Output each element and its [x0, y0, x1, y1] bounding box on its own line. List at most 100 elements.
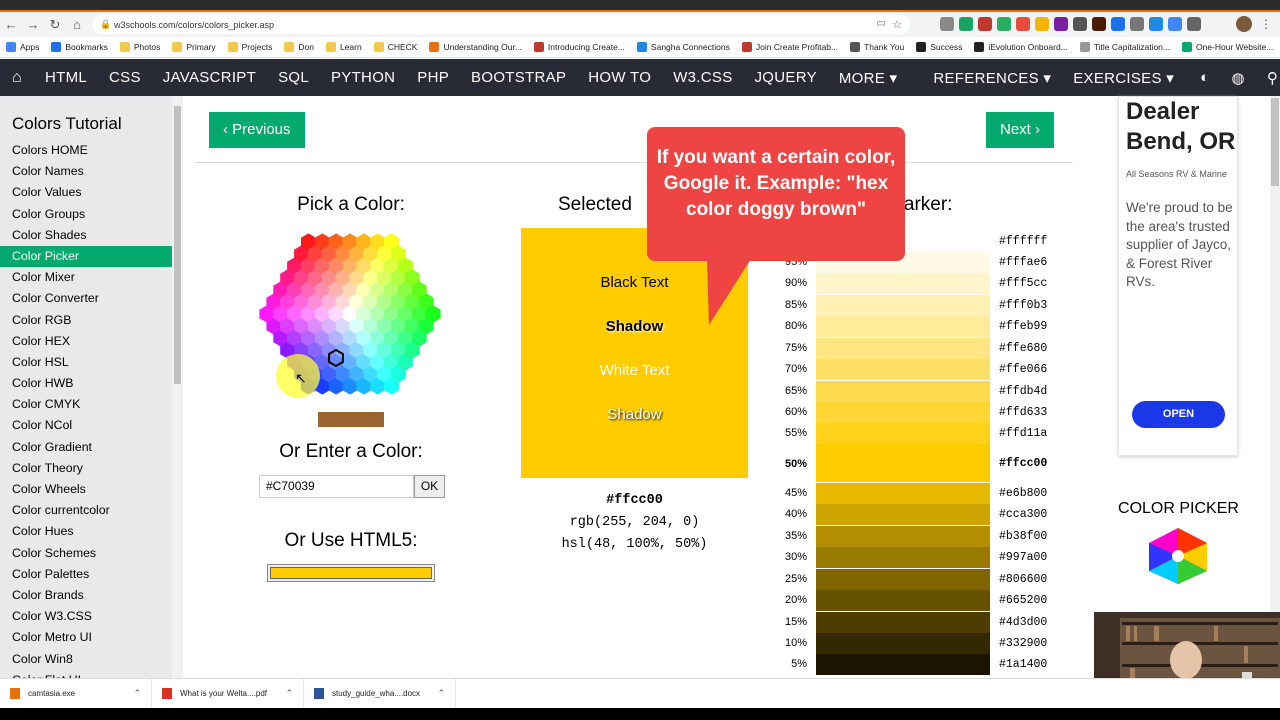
extension-icon[interactable]	[1130, 17, 1144, 31]
shade-row[interactable]: 50% #ffcc00	[781, 444, 1081, 484]
html5-color-input[interactable]	[267, 564, 435, 582]
chevron-up-icon[interactable]: ⌃	[437, 688, 445, 699]
ok-button[interactable]: OK	[414, 475, 445, 498]
shade-row[interactable]: 80% #ffeb99	[781, 316, 1081, 337]
star-icon[interactable]: ☆	[892, 18, 902, 31]
color-hexagon-picker[interactable]: ↖	[245, 224, 455, 404]
puzzle-icon[interactable]	[1187, 17, 1201, 31]
bookmark[interactable]: Apps	[6, 42, 39, 52]
sidebar-item[interactable]: Color Win8	[0, 649, 183, 670]
sidebar-item[interactable]: Color Schemes	[0, 543, 183, 564]
profile-avatar[interactable]	[1236, 16, 1252, 32]
sidebar-item[interactable]: Color RGB	[0, 310, 183, 331]
shade-row[interactable]: 75% #ffe680	[781, 338, 1081, 359]
nav-more[interactable]: MORE ▾	[828, 69, 909, 87]
nav-howto[interactable]: HOW TO	[577, 69, 662, 86]
sidebar-item[interactable]: Color Mixer	[0, 267, 183, 288]
extension-icon[interactable]	[1035, 17, 1049, 31]
nav-jquery[interactable]: JQUERY	[744, 69, 828, 86]
bookmark[interactable]: Primary	[172, 42, 216, 52]
previous-button[interactable]: ‹ Previous	[209, 112, 305, 148]
sidebar-item[interactable]: Color HSL	[0, 352, 183, 373]
bookmark[interactable]: Sangha Connections	[636, 42, 730, 52]
sidebar-item[interactable]: Color Hues	[0, 521, 183, 542]
extension-icon[interactable]	[1092, 17, 1106, 31]
shade-swatch[interactable]	[816, 316, 990, 337]
sidebar-item[interactable]: Color Picker	[0, 245, 183, 268]
bookmark[interactable]: Don	[284, 42, 314, 52]
bookmark[interactable]: iEvolution Onboard...	[974, 42, 1068, 52]
extension-icon[interactable]	[1168, 17, 1182, 31]
shade-swatch[interactable]	[816, 633, 990, 654]
shade-row[interactable]: 15% #4d3d00	[781, 612, 1081, 633]
nav-javascript[interactable]: JAVASCRIPT	[152, 69, 267, 86]
sidebar-item[interactable]: Color Converter	[0, 288, 183, 309]
shade-swatch[interactable]	[816, 612, 990, 633]
ad-open-button[interactable]: OPEN	[1132, 401, 1225, 428]
sidebar-item[interactable]: Color W3.CSS	[0, 606, 183, 627]
nav-sql[interactable]: SQL	[267, 69, 320, 86]
nav-w3css[interactable]: W3.CSS	[662, 69, 743, 86]
sidebar-item[interactable]: Color HEX	[0, 331, 183, 352]
shade-swatch[interactable]	[816, 273, 990, 294]
sidebar-item[interactable]: Color Theory	[0, 458, 183, 479]
chevron-up-icon[interactable]: ⌃	[133, 688, 141, 699]
color-cell[interactable]	[425, 305, 441, 323]
extension-icon[interactable]	[997, 17, 1011, 31]
shade-row[interactable]: 40% #cca300	[781, 504, 1081, 525]
nav-html[interactable]: HTML	[34, 69, 98, 86]
bookmark[interactable]: Understanding Our...	[429, 42, 522, 52]
extension-icon[interactable]	[1149, 17, 1163, 31]
sidebar-item[interactable]: Color Brands	[0, 585, 183, 606]
bookmark[interactable]: Title Capitalization...	[1079, 42, 1170, 52]
address-bar[interactable]: 🔒 w3schools.com/colors/colors_picker.asp…	[92, 15, 910, 34]
bookmark[interactable]: Join Create Profitab...	[741, 42, 838, 52]
shade-swatch[interactable]	[816, 569, 990, 590]
sidebar-item[interactable]: Color Gradient	[0, 437, 183, 458]
sidebar-item[interactable]: Color Groups	[0, 204, 183, 225]
shade-swatch[interactable]	[816, 504, 990, 525]
shade-row[interactable]: 55% #ffd11a	[781, 423, 1081, 444]
reload-icon[interactable]: ↻	[44, 17, 66, 33]
shade-swatch[interactable]	[816, 359, 990, 380]
bookmark[interactable]: Bookmarks	[51, 42, 108, 52]
sidebar-scrollbar[interactable]	[172, 96, 183, 678]
shade-swatch[interactable]	[816, 526, 990, 547]
shade-row[interactable]: 25% #806600	[781, 569, 1081, 590]
sidebar-item[interactable]: Color Palettes	[0, 564, 183, 585]
color-input[interactable]: #C70039	[259, 475, 414, 498]
bookmark[interactable]: Success	[916, 42, 962, 52]
shade-swatch[interactable]	[816, 483, 990, 504]
nav-references[interactable]: REFERENCES ▾	[922, 69, 1062, 87]
extension-icon[interactable]	[978, 17, 992, 31]
sidebar-item[interactable]: Color CMYK	[0, 394, 183, 415]
shade-row[interactable]: 45% #e6b800	[781, 483, 1081, 504]
shade-row[interactable]: 85% #fff0b3	[781, 295, 1081, 316]
shade-row[interactable]: 60% #ffd633	[781, 402, 1081, 423]
download-item[interactable]: study_guide_wha....docx ⌃	[304, 678, 456, 709]
contrast-icon[interactable]: ◐	[1189, 69, 1220, 86]
shade-swatch[interactable]	[816, 547, 990, 568]
extension-icon[interactable]	[1111, 17, 1125, 31]
nav-php[interactable]: PHP	[406, 69, 460, 86]
sidebar-item[interactable]: Color Values	[0, 182, 183, 203]
sidebar-item[interactable]: Color Metro UI	[0, 627, 183, 648]
search-icon[interactable]: ⚲	[1256, 69, 1280, 87]
sidebar-item[interactable]: Color Shades	[0, 225, 183, 246]
shade-row[interactable]: 5% #1a1400	[781, 654, 1081, 675]
sidebar-item[interactable]: Colors HOME	[0, 140, 183, 161]
page-scrollbar[interactable]	[1270, 96, 1280, 678]
advertisement[interactable]: Dealer Bend, OR All Seasons RV & Marine …	[1118, 96, 1238, 456]
bookmark[interactable]: One-Hour Website...	[1181, 42, 1273, 52]
shade-swatch[interactable]	[816, 295, 990, 316]
sidebar-item[interactable]: Color NCol	[0, 415, 183, 436]
bookmark[interactable]: Thank You	[850, 42, 904, 52]
download-item[interactable]: camtasia.exe ⌃	[0, 678, 152, 709]
chevron-up-icon[interactable]: ⌃	[285, 688, 293, 699]
bookmark[interactable]: Photos	[119, 42, 160, 52]
menu-icon[interactable]: ⋮	[1260, 17, 1272, 31]
download-item[interactable]: What is your Welta....pdf ⌃	[152, 678, 304, 709]
shade-swatch[interactable]	[816, 654, 990, 675]
extension-icon[interactable]	[1016, 17, 1030, 31]
extension-icon[interactable]	[959, 17, 973, 31]
